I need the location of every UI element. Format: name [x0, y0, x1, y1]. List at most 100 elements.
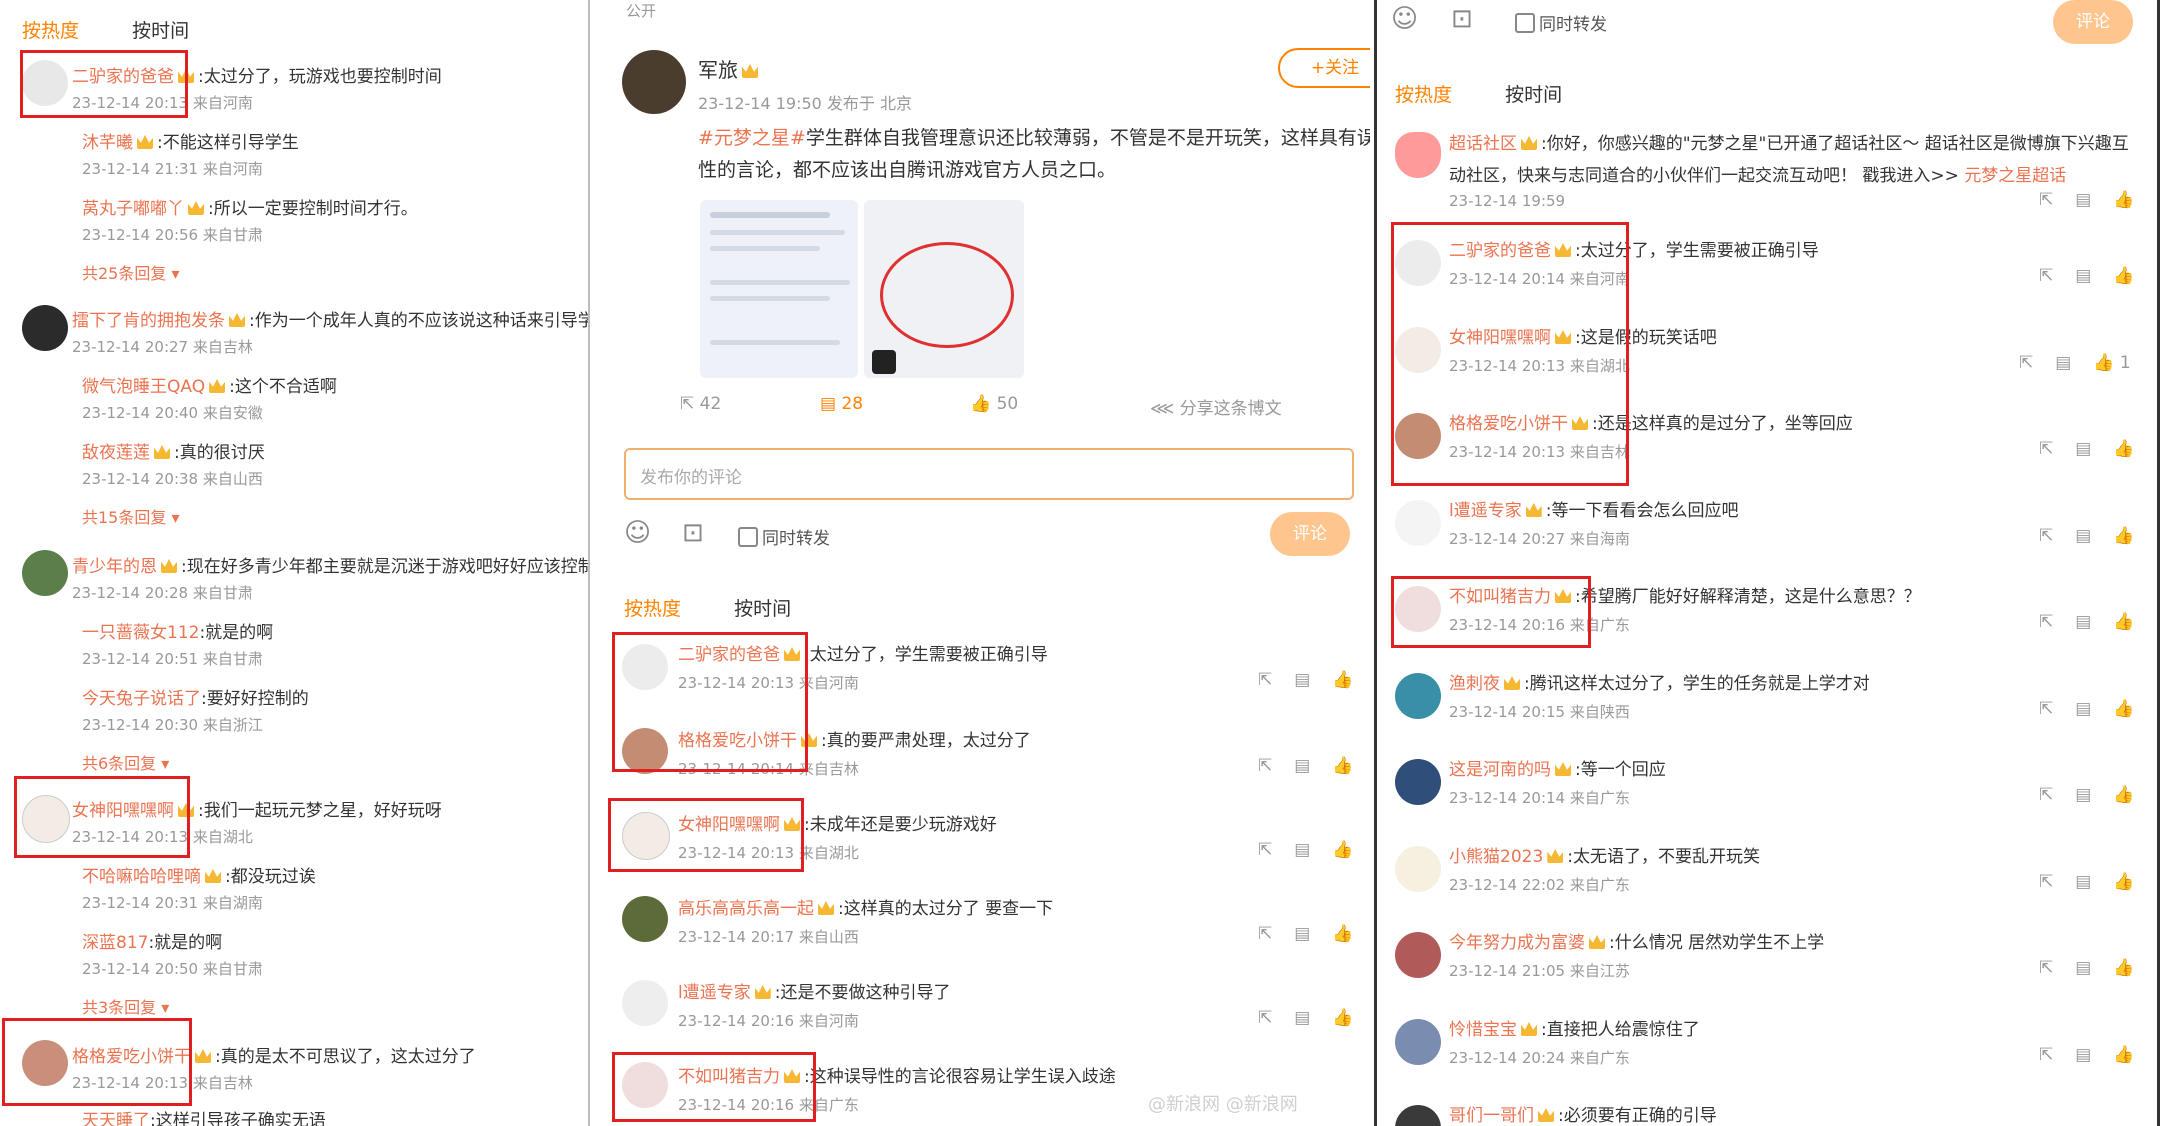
post-image-1[interactable] — [700, 200, 858, 378]
comment-input[interactable]: 发布你的评论 — [624, 448, 1354, 500]
repost-icon[interactable]: ⇱ — [2039, 190, 2053, 210]
submit-comment-button[interactable]: 评论 — [1270, 512, 1350, 556]
avatar[interactable] — [1395, 673, 1441, 719]
topic-link[interactable]: #元梦之星# — [698, 127, 806, 149]
username[interactable]: 哥们一哥们 — [1449, 1106, 1534, 1126]
reply-icon[interactable]: ▤ — [1294, 670, 1310, 690]
username[interactable]: 小熊猫2023 — [1449, 847, 1543, 867]
username[interactable]: 怜惜宝宝 — [1449, 1020, 1517, 1040]
like-icon[interactable]: 👍 — [2113, 1045, 2134, 1065]
forward-checkbox[interactable]: 同时转发 — [738, 524, 830, 549]
post-actions: ⇱ 42 ▤ 28 👍 50 ⋘ 分享这条博文 — [680, 394, 1282, 419]
avatar[interactable] — [622, 980, 668, 1026]
like-icon[interactable]: 👍 1 — [2093, 353, 2130, 373]
like-icon[interactable]: 👍 — [2113, 612, 2134, 632]
repost-icon[interactable]: ⇱ — [2039, 266, 2053, 286]
like-icon[interactable]: 👍 — [2113, 699, 2134, 719]
submit-comment-button[interactable]: 评论 — [2053, 0, 2133, 44]
avatar[interactable] — [22, 550, 68, 596]
avatar[interactable] — [22, 305, 68, 351]
repost-button[interactable]: ⇱ 42 — [680, 394, 820, 419]
reply-icon[interactable]: ▤ — [2075, 612, 2091, 632]
follow-button[interactable]: +关注 — [1278, 48, 1370, 88]
super-topic-icon[interactable] — [1395, 132, 1441, 178]
username[interactable]: 渔刺夜 — [1449, 674, 1500, 694]
reply-icon[interactable]: ▤ — [1294, 756, 1310, 776]
reply-icon[interactable]: ▤ — [2075, 266, 2091, 286]
repost-icon[interactable]: ⇱ — [2039, 785, 2053, 805]
repost-icon[interactable]: ⇱ — [1258, 840, 1272, 860]
tab-by-hot[interactable]: 按热度 — [22, 20, 79, 42]
like-icon[interactable]: 👍 — [1332, 670, 1353, 690]
image-icon[interactable]: ⊡ — [1451, 4, 1473, 34]
reply-icon[interactable]: ▤ — [2075, 958, 2091, 978]
tab-by-hot[interactable]: 按热度 — [1395, 84, 1452, 106]
comment-text: 小熊猫2023:太无语了，不要乱开玩笑 — [1449, 847, 1760, 867]
avatar[interactable] — [1395, 500, 1441, 546]
repost-icon[interactable]: ⇱ — [2039, 526, 2053, 546]
more-replies-link[interactable]: 共3条回复 ▾ — [82, 994, 169, 1018]
like-icon[interactable]: 👍 — [2113, 872, 2134, 892]
reply-icon[interactable]: ▤ — [2075, 699, 2091, 719]
repost-icon[interactable]: ⇱ — [2039, 612, 2053, 632]
author-avatar[interactable] — [622, 50, 686, 114]
more-replies-link[interactable]: 共25条回复 ▾ — [82, 260, 180, 284]
repost-icon[interactable]: ⇱ — [2039, 872, 2053, 892]
repost-icon[interactable]: ⇱ — [2039, 1045, 2053, 1065]
share-button[interactable]: ⋘ 分享这条博文 — [1150, 394, 1282, 419]
avatar[interactable] — [1395, 932, 1441, 978]
tab-by-hot[interactable]: 按热度 — [624, 598, 681, 620]
repost-icon[interactable]: ⇱ — [2039, 958, 2053, 978]
repost-icon[interactable]: ⇱ — [2039, 699, 2053, 719]
author-name[interactable]: 军旅 — [698, 54, 762, 83]
like-icon[interactable]: 👍 — [1332, 1008, 1353, 1028]
reply-icon[interactable]: ▤ — [2075, 190, 2091, 210]
avatar[interactable] — [1395, 1019, 1441, 1065]
forward-checkbox[interactable]: 同时转发 — [1515, 10, 1607, 35]
like-icon[interactable]: 👍 — [1332, 924, 1353, 944]
repost-icon[interactable]: ⇱ — [1258, 756, 1272, 776]
comment-button[interactable]: ▤ 28 — [820, 394, 970, 419]
reply-icon[interactable]: ▤ — [2075, 785, 2091, 805]
emoji-icon[interactable]: ☺ — [1391, 4, 1418, 34]
reply-icon[interactable]: ▤ — [2075, 1045, 2091, 1065]
reply-icon[interactable]: ▤ — [1294, 924, 1310, 944]
like-icon[interactable]: 👍 — [2113, 785, 2134, 805]
avatar[interactable] — [1395, 846, 1441, 892]
repost-icon[interactable]: ⇱ — [1258, 670, 1272, 690]
avatar[interactable] — [1395, 1105, 1441, 1126]
like-button[interactable]: 👍 50 — [970, 394, 1150, 419]
super-topic-link[interactable]: 元梦之星超话 — [1964, 166, 2066, 186]
username[interactable]: 这是河南的吗 — [1449, 760, 1551, 780]
more-replies-link[interactable]: 共6条回复 ▾ — [82, 750, 169, 774]
reply-icon[interactable]: ▤ — [2075, 872, 2091, 892]
tab-by-time[interactable]: 按时间 — [1505, 84, 1562, 106]
crown-icon — [1521, 136, 1537, 150]
emoji-icon[interactable]: ☺ — [624, 518, 651, 548]
reply-icon[interactable]: ▤ — [1294, 1008, 1310, 1028]
like-icon[interactable]: 👍 — [2113, 266, 2134, 286]
like-icon[interactable]: 👍 — [1332, 840, 1353, 860]
like-icon[interactable]: 👍 — [2113, 958, 2134, 978]
repost-icon[interactable]: ⇱ — [1258, 1008, 1272, 1028]
username[interactable]: l遭遥专家 — [1449, 501, 1522, 521]
avatar[interactable] — [1395, 759, 1441, 805]
avatar[interactable] — [622, 896, 668, 942]
more-replies-link[interactable]: 共15条回复 ▾ — [82, 504, 180, 528]
tab-by-time[interactable]: 按时间 — [132, 20, 189, 42]
repost-icon[interactable]: ⇱ — [1258, 924, 1272, 944]
image-icon[interactable]: ⊡ — [682, 518, 704, 548]
repost-icon[interactable]: ⇱ — [2039, 439, 2053, 459]
reply-icon[interactable]: ▤ — [1294, 840, 1310, 860]
reply-icon[interactable]: ▤ — [2075, 526, 2091, 546]
like-icon[interactable]: 👍 — [1332, 756, 1353, 776]
username[interactable]: 今年努力成为富婆 — [1449, 933, 1585, 953]
repost-icon[interactable]: ⇱ — [2019, 353, 2033, 373]
like-icon[interactable]: 👍 — [2113, 190, 2134, 210]
reply-icon[interactable]: ▤ — [2075, 439, 2091, 459]
like-icon[interactable]: 👍 — [2113, 526, 2134, 546]
post-image-2[interactable] — [864, 200, 1024, 378]
like-icon[interactable]: 👍 — [2113, 439, 2134, 459]
reply-icon[interactable]: ▤ — [2055, 353, 2071, 373]
tab-by-time[interactable]: 按时间 — [734, 598, 791, 620]
